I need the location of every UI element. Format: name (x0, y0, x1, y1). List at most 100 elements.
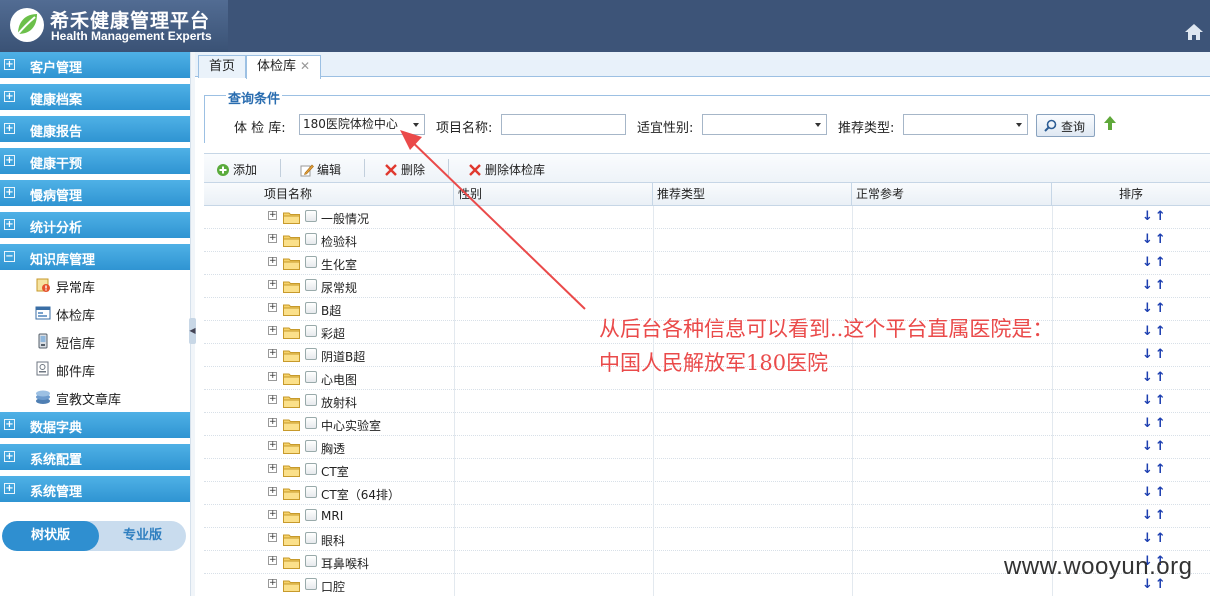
pro-mode-button[interactable]: 专业版 (99, 521, 186, 551)
table-row[interactable]: + CT室 ↓↑ (204, 459, 1210, 482)
sort-arrows-icon[interactable]: ↓↑ (1142, 209, 1168, 224)
row-checkbox[interactable] (305, 256, 317, 268)
collapse-up-arrow-icon[interactable] (1103, 115, 1117, 131)
expand-node-icon[interactable]: + (268, 211, 277, 220)
row-checkbox[interactable] (305, 348, 317, 360)
sort-arrows-icon[interactable]: ↓↑ (1142, 232, 1168, 247)
expand-node-icon[interactable]: + (268, 280, 277, 289)
column-header-normal-reference[interactable]: 正常参考 (852, 183, 1052, 206)
collapse-sidebar-icon[interactable]: ◀ (189, 318, 196, 344)
sort-arrows-icon[interactable]: ↓↑ (1142, 301, 1168, 316)
table-row[interactable]: + 尿常规 ↓↑ (204, 275, 1210, 298)
expand-plus-icon[interactable]: + (4, 419, 15, 430)
expand-plus-icon[interactable]: + (4, 123, 15, 134)
sort-arrows-icon[interactable]: ↓↑ (1142, 462, 1168, 477)
delete-library-button[interactable]: 删除体检库 (468, 161, 545, 178)
subnav-exam-library[interactable]: 体检库 (0, 299, 190, 327)
nav-statistics[interactable]: + 统计分析 (0, 212, 190, 238)
sort-arrows-icon[interactable]: ↓↑ (1142, 508, 1168, 523)
row-checkbox[interactable] (305, 555, 317, 567)
expand-node-icon[interactable]: + (268, 234, 277, 243)
row-checkbox[interactable] (305, 302, 317, 314)
table-row[interactable]: + 中心实验室 ↓↑ (204, 413, 1210, 436)
sort-arrows-icon[interactable]: ↓↑ (1142, 278, 1168, 293)
tab-home[interactable]: 首页 (198, 55, 247, 78)
nav-health-intervention[interactable]: + 健康干预 (0, 148, 190, 174)
table-row[interactable]: + CT室（64排） ↓↑ (204, 482, 1210, 505)
gender-select[interactable] (702, 114, 827, 135)
row-checkbox[interactable] (305, 325, 317, 337)
nav-customer-management[interactable]: + 客户管理 (0, 52, 190, 78)
expand-node-icon[interactable]: + (268, 257, 277, 266)
table-row[interactable]: + 放射科 ↓↑ (204, 390, 1210, 413)
nav-system-management[interactable]: + 系统管理 (0, 476, 190, 502)
nav-data-dictionary[interactable]: + 数据字典 (0, 412, 190, 438)
sort-arrows-icon[interactable]: ↓↑ (1142, 531, 1168, 546)
sort-arrows-icon[interactable]: ↓↑ (1142, 485, 1168, 500)
edit-button[interactable]: 编辑 (300, 161, 341, 178)
table-row[interactable]: + 检验科 ↓↑ (204, 229, 1210, 252)
nav-chronic-disease[interactable]: + 慢病管理 (0, 180, 190, 206)
nav-system-config[interactable]: + 系统配置 (0, 444, 190, 470)
expand-plus-icon[interactable]: + (4, 91, 15, 102)
collapse-minus-icon[interactable]: − (4, 251, 15, 262)
sort-arrows-icon[interactable]: ↓↑ (1142, 439, 1168, 454)
row-checkbox[interactable] (305, 440, 317, 452)
expand-node-icon[interactable]: + (268, 349, 277, 358)
expand-node-icon[interactable]: + (268, 579, 277, 588)
delete-button[interactable]: 删除 (384, 161, 425, 178)
sort-arrows-icon[interactable]: ↓↑ (1142, 370, 1168, 385)
nav-health-reports[interactable]: + 健康报告 (0, 116, 190, 142)
home-icon[interactable] (1184, 22, 1204, 42)
sort-arrows-icon[interactable]: ↓↑ (1142, 393, 1168, 408)
table-row[interactable]: + 一般情况 ↓↑ (204, 206, 1210, 229)
expand-plus-icon[interactable]: + (4, 483, 15, 494)
row-checkbox[interactable] (305, 578, 317, 590)
tree-mode-button[interactable]: 树状版 (2, 521, 99, 551)
close-tab-icon[interactable]: ✕ (300, 59, 310, 73)
row-checkbox[interactable] (305, 279, 317, 291)
item-name-input[interactable] (501, 114, 626, 135)
expand-node-icon[interactable]: + (268, 556, 277, 565)
sort-arrows-icon[interactable]: ↓↑ (1142, 324, 1168, 339)
table-row[interactable]: + MRI ↓↑ (204, 505, 1210, 528)
row-checkbox[interactable] (305, 417, 317, 429)
subnav-mail-library[interactable]: 邮件库 (0, 355, 190, 383)
row-checkbox[interactable] (305, 394, 317, 406)
expand-node-icon[interactable]: + (268, 326, 277, 335)
row-checkbox[interactable] (305, 233, 317, 245)
column-header-gender[interactable]: 性别 (454, 183, 653, 206)
expand-node-icon[interactable]: + (268, 395, 277, 404)
subnav-sms-library[interactable]: 短信库 (0, 327, 190, 355)
sort-arrows-icon[interactable]: ↓↑ (1142, 347, 1168, 362)
expand-plus-icon[interactable]: + (4, 451, 15, 462)
table-row[interactable]: + 胸透 ↓↑ (204, 436, 1210, 459)
expand-plus-icon[interactable]: + (4, 187, 15, 198)
expand-node-icon[interactable]: + (268, 418, 277, 427)
expand-node-icon[interactable]: + (268, 464, 277, 473)
expand-node-icon[interactable]: + (268, 487, 277, 496)
row-checkbox[interactable] (305, 463, 317, 475)
add-button[interactable]: 添加 (216, 161, 257, 178)
library-select[interactable]: 180医院体检中心 (299, 114, 425, 135)
expand-node-icon[interactable]: + (268, 510, 277, 519)
expand-plus-icon[interactable]: + (4, 219, 15, 230)
row-checkbox[interactable] (305, 371, 317, 383)
row-checkbox[interactable] (305, 210, 317, 222)
table-row[interactable]: + 生化室 ↓↑ (204, 252, 1210, 275)
row-checkbox[interactable] (305, 532, 317, 544)
expand-plus-icon[interactable]: + (4, 59, 15, 70)
column-header-item-name[interactable]: 项目名称 (204, 183, 454, 206)
expand-node-icon[interactable]: + (268, 303, 277, 312)
sort-arrows-icon[interactable]: ↓↑ (1142, 255, 1168, 270)
row-checkbox[interactable] (305, 509, 317, 521)
sort-arrows-icon[interactable]: ↓↑ (1142, 416, 1168, 431)
search-button[interactable]: 查询 (1036, 114, 1095, 137)
expand-node-icon[interactable]: + (268, 372, 277, 381)
expand-node-icon[interactable]: + (268, 533, 277, 542)
tab-exam-library[interactable]: 体检库 ✕ (246, 55, 322, 79)
table-row[interactable]: + 眼科 ↓↑ (204, 528, 1210, 551)
recommend-type-select[interactable] (903, 114, 1028, 135)
row-checkbox[interactable] (305, 486, 317, 498)
nav-health-records[interactable]: + 健康档案 (0, 84, 190, 110)
